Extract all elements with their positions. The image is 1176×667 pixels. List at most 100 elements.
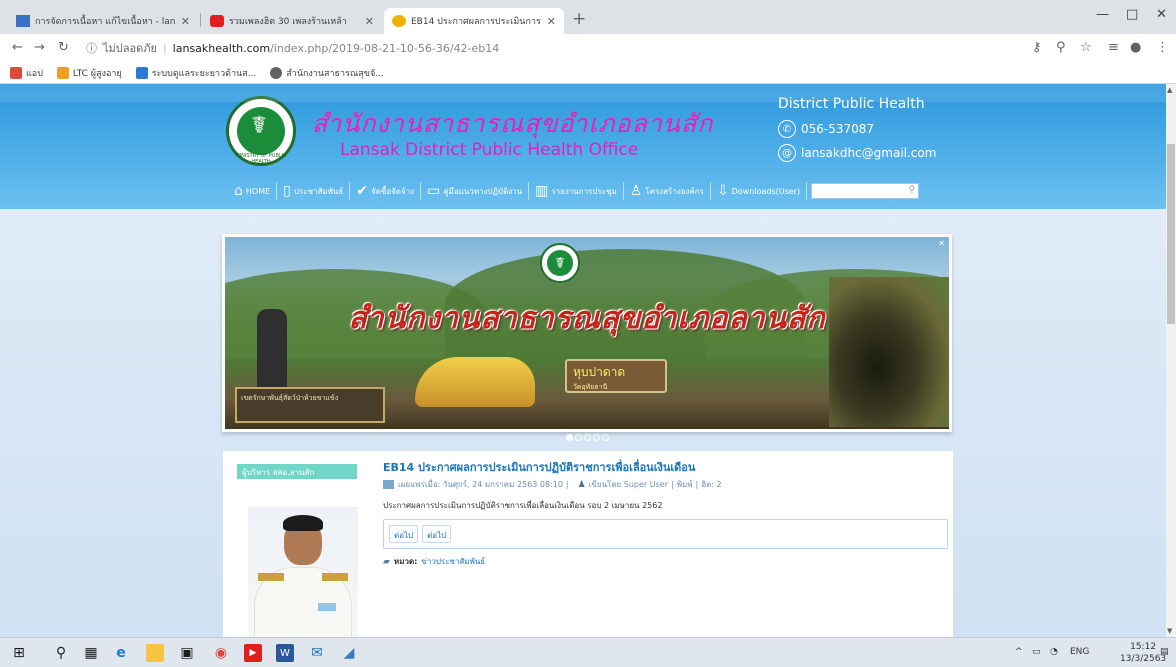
- browser-toolbar: ← → ↻ ⓘ ไม่ปลอดภัย | lansakhealth.com /i…: [0, 34, 1176, 62]
- search-icon[interactable]: ⚲: [52, 644, 70, 662]
- menu-item-meeting-report[interactable]: ▥ รายงานการประชุม: [529, 182, 624, 200]
- apps-grid-icon: [10, 66, 22, 79]
- hits-count: ฮิต: 2: [701, 480, 722, 489]
- slide-dot-5[interactable]: [602, 434, 609, 441]
- close-tab-icon[interactable]: ✕: [365, 15, 374, 28]
- browser-tab-2[interactable]: รวมเพลงฮิต 30 เพลงร้านเหล้า ✕: [202, 8, 382, 34]
- book-icon: ▭: [427, 183, 441, 199]
- bookmark-apps[interactable]: แอป: [10, 66, 43, 80]
- banner-close-icon[interactable]: ✕: [938, 239, 945, 248]
- scroll-up-icon[interactable]: ▲: [1167, 86, 1172, 94]
- menu-item-downloads[interactable]: ⇩ Downloads(User): [711, 182, 808, 200]
- globe-icon: [270, 66, 283, 79]
- sanctuary-plate: เขตรักษาพันธุ์สัตว์ป่าห้วยขาแข้ง: [235, 387, 385, 423]
- browser-tab-1[interactable]: การจัดการเนื้อหา แก้ไขเนื้อหา - lansa ✕: [8, 8, 198, 34]
- article-category: ▰ หมวด: ข่าวประชาสัมพันธ์: [383, 555, 486, 568]
- search-icon[interactable]: ⚲: [909, 185, 916, 195]
- site-search-input[interactable]: ⚲: [811, 183, 920, 199]
- people-icon: ♙: [629, 183, 643, 199]
- close-window-button[interactable]: ✕: [1156, 7, 1167, 22]
- menu-item-manual[interactable]: ▭ คู่มือแนวทางปฏิบัติงาน: [421, 182, 530, 200]
- page-scrollbar[interactable]: ▲ ▼: [1166, 84, 1176, 637]
- forward-icon[interactable]: →: [34, 40, 45, 55]
- bookmark-star-icon[interactable]: ☆: [1080, 40, 1092, 55]
- banner-slideshow[interactable]: เขตรักษาพันธุ์สัตว์ป่าห้วยขาแข้ง หุบปาดา…: [222, 234, 952, 432]
- zoom-icon[interactable]: ⚲: [1056, 40, 1066, 55]
- menu-item-organization[interactable]: ♙ โครงสร้างองค์กร: [624, 182, 711, 200]
- executive-heading: ผู้บริหาร สสอ.ลานสัก: [237, 464, 357, 479]
- slide-indicators: [566, 434, 609, 441]
- attachment-button-1[interactable]: ต่อไป: [389, 525, 419, 543]
- ministry-logo[interactable]: ☤ MINISTRY OF PUBLIC HEALTH: [226, 96, 296, 166]
- address-bar[interactable]: ⓘ ไม่ปลอดภัย | lansakhealth.com /index.p…: [86, 37, 1016, 59]
- word-icon[interactable]: W: [276, 644, 294, 662]
- browser-tab-strip: การจัดการเนื้อหา แก้ไขเนื้อหา - lansa ✕ …: [0, 0, 1176, 34]
- home-icon: ⌂: [234, 183, 243, 199]
- scrollbar-thumb[interactable]: [1167, 144, 1175, 324]
- tray-chevron-icon[interactable]: ^: [1015, 647, 1023, 657]
- at-sign-icon: @: [778, 144, 796, 162]
- slide-dot-3[interactable]: [584, 434, 591, 441]
- contact-phone: ✆ 056-537087: [778, 120, 874, 138]
- scroll-down-icon[interactable]: ▼: [1167, 627, 1172, 635]
- slide-dot-2[interactable]: [575, 434, 582, 441]
- bookmark-ltc-system[interactable]: ระบบดูแลระยะยาวด้านส...: [135, 66, 256, 80]
- youtube-icon[interactable]: ▶: [244, 644, 262, 662]
- site-title-thai: สำนักงานสาธารณสุขอำเภอลานสัก: [312, 109, 714, 138]
- bookmark-province-health[interactable]: สำนักงานสาธารณสุขจั...: [270, 66, 384, 80]
- reload-icon[interactable]: ↻: [58, 40, 69, 55]
- chrome-icon[interactable]: ◉: [212, 644, 230, 662]
- slide-dot-4[interactable]: [593, 434, 600, 441]
- minimize-button[interactable]: —: [1096, 7, 1109, 22]
- close-tab-icon[interactable]: ✕: [547, 15, 556, 28]
- tab-favicon-icon: [392, 15, 406, 27]
- article-title[interactable]: EB14 ประกาศผลการประเมินการปฏิบัติราชการเ…: [383, 458, 695, 476]
- article-body: ประกาศผลการประเมินการปฏิบัติราชการเพื่อเ…: [383, 501, 663, 510]
- windows-start-icon[interactable]: ⊞: [10, 644, 28, 662]
- info-icon[interactable]: ⓘ: [86, 40, 97, 56]
- attachment-button-2[interactable]: ต่อไป: [422, 525, 452, 543]
- article-meta: เผยแพร่เมื่อ: วันศุกร์, 24 มกราคม 2563 0…: [383, 478, 722, 491]
- banner-image: เขตรักษาพันธุ์สัตว์ป่าห้วยขาแข้ง หุบปาดา…: [225, 237, 949, 429]
- back-icon[interactable]: ←: [12, 40, 23, 55]
- menu-item-procurement[interactable]: ✔ จัดซื้อจัดจ้าง: [350, 182, 422, 200]
- file-explorer-icon[interactable]: [146, 644, 164, 662]
- close-tab-icon[interactable]: ✕: [181, 15, 190, 28]
- reading-list-icon[interactable]: ≡: [1108, 40, 1119, 55]
- language-indicator[interactable]: ENG: [1070, 647, 1089, 657]
- maximize-button[interactable]: □: [1126, 7, 1138, 22]
- tab-favicon-icon: [16, 15, 30, 27]
- main-menu: ⌂ HOME ▯ ประชาสัมพันธ์ ✔ จัดซื้อจัดจ้าง …: [228, 180, 920, 202]
- new-tab-button[interactable]: +: [572, 9, 586, 29]
- menu-item-news[interactable]: ▯ ประชาสัมพันธ์: [277, 182, 351, 200]
- page-viewport: ☤ MINISTRY OF PUBLIC HEALTH สำนักงานสาธา…: [0, 84, 1176, 637]
- notification-icon[interactable]: ▤: [1160, 647, 1169, 657]
- slide-dot-1[interactable]: [566, 434, 573, 441]
- bookmark-ltc[interactable]: LTC ผู้สูงอายุ: [56, 66, 122, 80]
- calendar-icon: [383, 480, 394, 489]
- battery-icon[interactable]: ▭: [1032, 647, 1041, 657]
- store-icon[interactable]: ▣: [178, 644, 196, 662]
- logo-ring-text: MINISTRY OF PUBLIC HEALTH: [235, 153, 287, 165]
- print-link[interactable]: พิมพ์: [677, 478, 693, 491]
- edge-icon[interactable]: e: [112, 644, 130, 662]
- executive-photo: [248, 507, 358, 637]
- document-icon: ▯: [283, 183, 291, 199]
- mail-icon[interactable]: ✉: [308, 644, 326, 662]
- profile-icon[interactable]: ●: [1130, 40, 1141, 55]
- key-icon[interactable]: ⚷: [1032, 40, 1042, 55]
- category-link[interactable]: ข่าวประชาสัมพันธ์: [421, 555, 485, 568]
- task-view-icon[interactable]: ▦: [82, 644, 100, 662]
- browser-tab-3[interactable]: EB14 ประกาศผลการประเมินการปฏิบั ✕: [384, 8, 564, 34]
- menu-kebab-icon[interactable]: ⋮: [1156, 40, 1169, 55]
- wifi-icon[interactable]: ◔: [1050, 647, 1058, 657]
- caduceus-icon: ☤: [251, 111, 268, 139]
- bookmarks-bar: แอป LTC ผู้สูงอายุ ระบบดูแลระยะยาวด้านส.…: [0, 62, 1176, 84]
- url-host: lansakhealth.com: [172, 41, 271, 55]
- youtube-icon: [210, 15, 224, 27]
- user-icon: ♟: [577, 479, 586, 490]
- menu-item-home[interactable]: ⌂ HOME: [228, 182, 278, 200]
- contact-heading: District Public Health: [778, 96, 925, 112]
- pen-app-icon[interactable]: ◢: [340, 644, 358, 662]
- bookmark-favicon-icon: [135, 66, 148, 79]
